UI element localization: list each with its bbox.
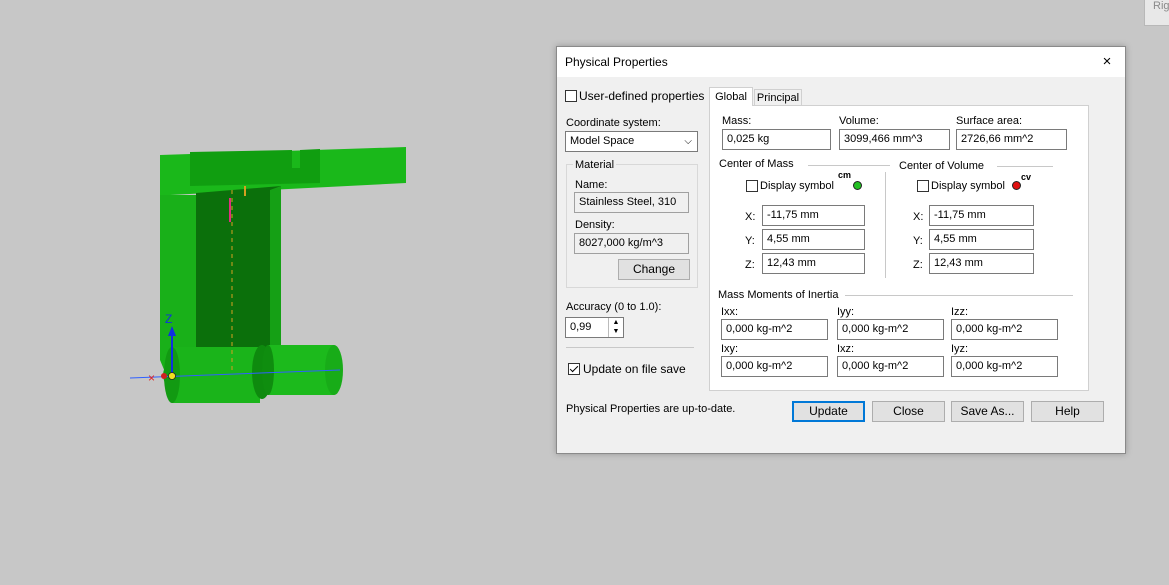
- volume-field: 3099,466 mm^3: [839, 129, 950, 150]
- cov-x-label: X:: [913, 211, 924, 223]
- accuracy-value: 0,99: [570, 321, 592, 333]
- com-z-field: 12,43 mm: [762, 253, 865, 274]
- mass-label: Mass:: [722, 115, 752, 127]
- com-x-field: -11,75 mm: [762, 205, 865, 226]
- user-defined-checkbox[interactable]: [565, 90, 577, 102]
- divider: [885, 172, 886, 278]
- ixy-field: 0,000 kg-m^2: [721, 356, 828, 377]
- com-x-label: X:: [745, 211, 756, 223]
- close-button[interactable]: Close: [872, 401, 945, 422]
- status-text: Physical Properties are up-to-date.: [566, 403, 736, 415]
- density-field: 8027,000 kg/m^3: [574, 233, 689, 254]
- dialog-title: Physical Properties: [565, 55, 668, 69]
- ixx-field: 0,000 kg-m^2: [721, 319, 828, 340]
- cov-y-field: 4,55 mm: [929, 229, 1034, 250]
- material-name-field: Stainless Steel, 310: [574, 192, 689, 213]
- close-icon[interactable]: ×: [1095, 51, 1119, 73]
- cov-y-label: Y:: [913, 235, 923, 247]
- ixz-label: Ixz:: [837, 343, 855, 355]
- surface-area-field: 2726,66 mm^2: [956, 129, 1067, 150]
- dialog-titlebar: Physical Properties ×: [557, 47, 1125, 77]
- origin-marker: [168, 372, 176, 380]
- cov-symbol-text: cv: [1021, 172, 1032, 182]
- com-y-field: 4,55 mm: [762, 229, 865, 250]
- com-display-checkbox[interactable]: [746, 180, 758, 192]
- tab-global[interactable]: Global: [709, 87, 753, 106]
- change-material-button[interactable]: Change: [618, 259, 690, 280]
- model-viewport[interactable]: Z ×: [0, 0, 560, 585]
- tab-principal[interactable]: Principal: [754, 89, 802, 106]
- material-group-label: Material: [573, 159, 617, 171]
- coordinate-system-select[interactable]: Model Space ⌵: [565, 131, 698, 152]
- global-tab-panel: Mass: 0,025 kg Volume: 3099,466 mm^3 Sur…: [709, 105, 1089, 391]
- iyy-field: 0,000 kg-m^2: [837, 319, 944, 340]
- cov-display-label: Display symbol: [931, 180, 1005, 192]
- com-symbol-text: cm: [838, 170, 852, 180]
- chevron-down-icon: ⌵: [684, 136, 692, 147]
- z-axis-label: Z: [165, 312, 172, 326]
- user-defined-label: User-defined properties: [579, 89, 705, 103]
- com-symbol-icon: [853, 181, 862, 190]
- moments-of-inertia-header: Mass Moments of Inertia: [718, 289, 839, 301]
- divider: [845, 295, 1073, 296]
- iyz-field: 0,000 kg-m^2: [951, 356, 1058, 377]
- ixz-field: 0,000 kg-m^2: [837, 356, 944, 377]
- spinner-icon[interactable]: ▲ ▼: [608, 318, 623, 337]
- material-name-label: Name:: [575, 179, 608, 191]
- com-y-label: Y:: [745, 235, 755, 247]
- center-of-volume-header: Center of Volume: [899, 160, 984, 172]
- mass-field: 0,025 kg: [722, 129, 831, 150]
- cov-display-checkbox[interactable]: [917, 180, 929, 192]
- iyz-label: Iyz:: [951, 343, 969, 355]
- com-display-label: Display symbol: [760, 180, 834, 192]
- cov-z-field: 12,43 mm: [929, 253, 1034, 274]
- divider: [808, 165, 890, 166]
- corner-button[interactable]: Rig: [1144, 0, 1169, 26]
- izz-field: 0,000 kg-m^2: [951, 319, 1058, 340]
- model-cylinder-right: [268, 345, 334, 395]
- coordinate-system-value: Model Space: [570, 135, 635, 147]
- accuracy-label: Accuracy (0 to 1.0):: [566, 301, 662, 313]
- iyy-label: Iyy:: [837, 306, 855, 318]
- model-vertical-arm: [160, 195, 196, 372]
- physical-properties-dialog: Physical Properties × User-defined prope…: [556, 46, 1126, 454]
- update-on-save-checkbox[interactable]: [568, 363, 580, 375]
- help-button[interactable]: Help: [1031, 401, 1104, 422]
- density-label: Density:: [575, 219, 615, 231]
- volume-label: Volume:: [839, 115, 879, 127]
- divider: [997, 166, 1053, 167]
- update-on-save-label: Update on file save: [583, 362, 686, 376]
- com-z-label: Z:: [745, 259, 755, 271]
- cov-z-label: Z:: [913, 259, 923, 271]
- ixx-label: Ixx:: [721, 306, 739, 318]
- coordinate-system-label: Coordinate system:: [566, 117, 661, 129]
- izz-label: Izz:: [951, 306, 969, 318]
- surface-area-label: Surface area:: [956, 115, 1023, 127]
- cov-x-field: -11,75 mm: [929, 205, 1034, 226]
- save-as-button[interactable]: Save As...: [951, 401, 1024, 422]
- update-button[interactable]: Update: [792, 401, 865, 422]
- accuracy-input[interactable]: 0,99 ▲ ▼: [565, 317, 624, 338]
- x-marker-icon: ×: [148, 371, 155, 385]
- divider: [566, 347, 694, 348]
- ixy-label: Ixy:: [721, 343, 739, 355]
- cov-symbol-icon: [1012, 181, 1021, 190]
- center-of-mass-header: Center of Mass: [719, 158, 794, 170]
